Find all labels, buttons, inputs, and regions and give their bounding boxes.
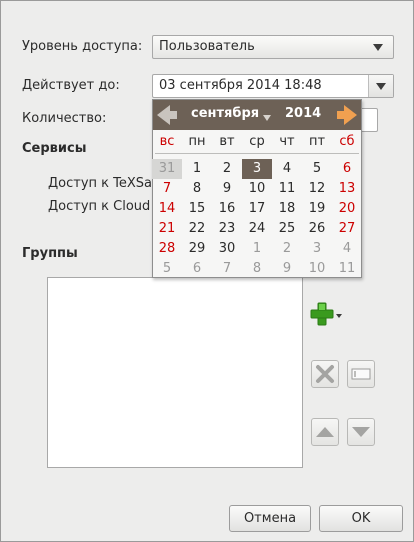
calendar-day[interactable]: 28 [152, 239, 182, 259]
calendar-day[interactable]: 29 [182, 239, 212, 259]
calendar-year[interactable]: 2014 [285, 106, 321, 121]
valid-until-field[interactable]: 03 сентября 2014 18:48 [152, 74, 394, 98]
edit-group-button[interactable] [347, 360, 375, 388]
dialog-window: Уровень доступа: Пользователь Действует … [0, 0, 414, 542]
calendar-day[interactable]: 11 [272, 179, 302, 199]
remove-icon [316, 365, 334, 383]
next-month-icon[interactable] [344, 105, 357, 125]
add-icon [310, 302, 342, 326]
edit-icon [351, 368, 371, 380]
calendar-day-selected[interactable]: 3 [242, 159, 272, 179]
calendar-day[interactable]: 25 [272, 219, 302, 239]
calendar-weekday: чт [279, 134, 295, 149]
calendar-day[interactable]: 22 [182, 219, 212, 239]
calendar-day[interactable]: 12 [302, 179, 332, 199]
valid-until-value: 03 сентября 2014 18:48 [159, 78, 322, 93]
calendar-day[interactable]: 9 [272, 259, 302, 279]
month-dropdown-icon[interactable] [263, 115, 271, 121]
calendar-day[interactable]: 10 [302, 259, 332, 279]
calendar-day[interactable]: 3 [302, 239, 332, 259]
calendar-header: сентября 2014 [153, 100, 361, 130]
calendar-day[interactable]: 7 [212, 259, 242, 279]
service-texsa-label: Доступ к TeXSa [48, 176, 152, 191]
calendar-day[interactable]: 5 [302, 159, 332, 179]
calendar-day[interactable]: 7 [152, 179, 182, 199]
quantity-label: Количество: [22, 111, 107, 126]
calendar-day[interactable]: 1 [182, 159, 212, 179]
calendar-day[interactable]: 20 [332, 199, 362, 219]
remove-group-button[interactable] [311, 360, 339, 388]
add-group-button[interactable] [310, 300, 342, 328]
move-down-button[interactable] [347, 418, 375, 446]
service-cloud-label: Доступ к Cloud [48, 199, 151, 214]
calendar-day[interactable]: 10 [242, 179, 272, 199]
calendar-day[interactable]: 14 [152, 199, 182, 219]
calendar-day[interactable]: 1 [242, 239, 272, 259]
calendar-day[interactable]: 30 [212, 239, 242, 259]
calendar-weekday: ср [249, 134, 265, 149]
next-month-icon-tail[interactable] [337, 111, 345, 119]
calendar-weekday: вс [159, 134, 175, 149]
calendar-day[interactable]: 16 [212, 199, 242, 219]
calendar-day[interactable]: 27 [332, 219, 362, 239]
calendar-day[interactable]: 18 [272, 199, 302, 219]
calendar-day[interactable]: 31 [152, 159, 182, 179]
calendar-day[interactable]: 13 [332, 179, 362, 199]
calendar-day[interactable]: 2 [272, 239, 302, 259]
valid-until-dropdown-button[interactable] [368, 75, 393, 97]
calendar-day[interactable]: 21 [152, 219, 182, 239]
move-down-icon [352, 427, 370, 437]
calendar-day[interactable]: 23 [212, 219, 242, 239]
calendar-weekday: пт [308, 134, 326, 149]
calendar-weekday: сб [339, 134, 355, 149]
calendar-day[interactable]: 17 [242, 199, 272, 219]
calendar-day[interactable]: 5 [152, 259, 182, 279]
calendar-day[interactable]: 6 [182, 259, 212, 279]
calendar-day[interactable]: 2 [212, 159, 242, 179]
calendar-day[interactable]: 4 [272, 159, 302, 179]
groups-heading: Группы [22, 246, 78, 261]
cancel-button[interactable]: Отмена [229, 505, 311, 532]
calendar-day[interactable]: 19 [302, 199, 332, 219]
groups-list[interactable] [47, 277, 303, 468]
calendar-weekday: пн [188, 134, 206, 149]
calendar-day[interactable]: 26 [302, 219, 332, 239]
ok-button[interactable]: OK [319, 505, 403, 532]
move-up-icon [316, 427, 334, 437]
services-heading: Сервисы [22, 141, 87, 156]
chevron-down-icon [376, 83, 386, 90]
calendar-day[interactable]: 6 [332, 159, 362, 179]
calendar-day[interactable]: 4 [332, 239, 362, 259]
calendar-day[interactable]: 9 [212, 179, 242, 199]
access-level-label: Уровень доступа: [22, 39, 143, 54]
calendar-popup: сентября 2014 вс пн вт ср чт пт сб 31 1 2 3 4 5 6 7 8 9… [152, 99, 362, 278]
calendar-day[interactable]: 8 [242, 259, 272, 279]
valid-until-label: Действует до: [22, 78, 120, 93]
calendar-separator [155, 153, 359, 154]
calendar-day[interactable]: 11 [332, 259, 362, 279]
chevron-down-icon [373, 44, 383, 51]
calendar-weekday: вт [219, 134, 235, 149]
calendar-day[interactable]: 24 [242, 219, 272, 239]
move-up-button[interactable] [311, 418, 339, 446]
calendar-day[interactable]: 8 [182, 179, 212, 199]
previous-month-icon-tail[interactable] [169, 111, 177, 119]
access-level-value: Пользователь [159, 39, 255, 54]
calendar-month[interactable]: сентября [191, 106, 259, 121]
access-level-select[interactable]: Пользователь [152, 35, 394, 59]
calendar-day[interactable]: 15 [182, 199, 212, 219]
